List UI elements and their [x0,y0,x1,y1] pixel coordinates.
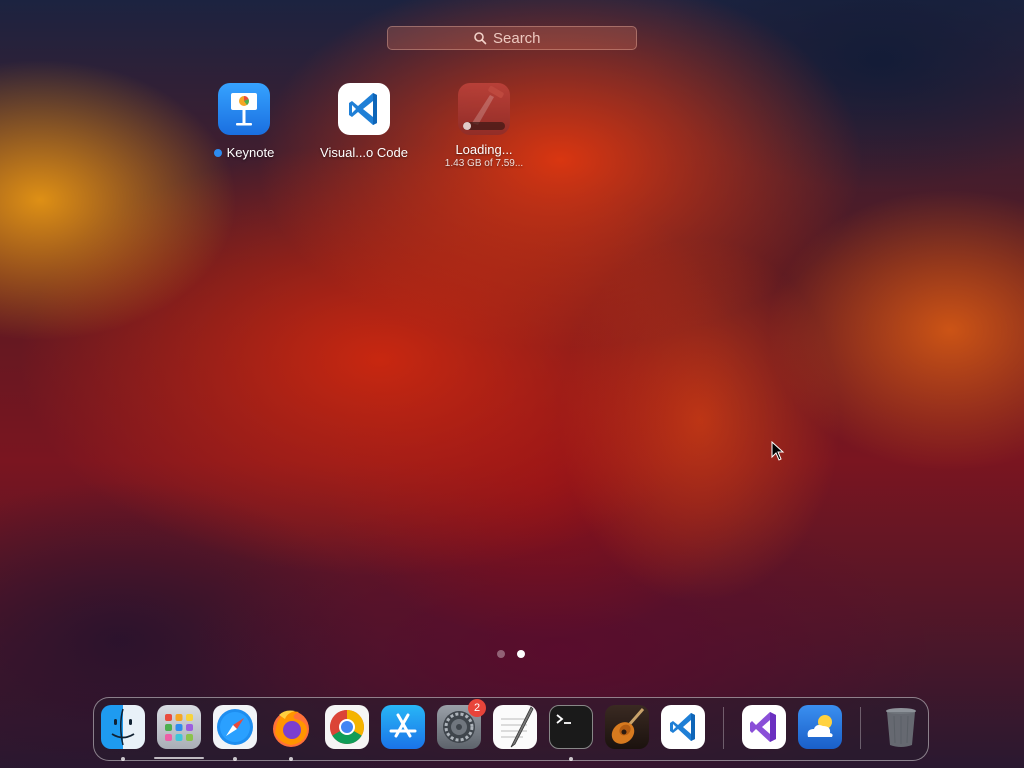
launchpad-icon[interactable] [157,705,201,749]
notification-badge: 2 [468,699,486,717]
app-download-status: 1.43 GB of 7.59... [444,158,524,169]
chrome-icon[interactable] [325,705,369,749]
download-progress-fill [463,122,471,130]
weather-icon[interactable] [798,705,842,749]
safari-icon[interactable] [213,705,257,749]
visual-studio-icon[interactable] [742,705,786,749]
app-label-xcode: Loading... [455,142,513,157]
new-app-indicator [213,149,222,157]
dock-separator [723,707,724,749]
app-keynote[interactable]: Keynote [179,83,309,160]
vscode-icon[interactable] [661,705,705,749]
terminal-icon[interactable] [549,705,593,749]
search-icon [474,32,487,45]
app-xcode-loading[interactable]: Loading... 1.43 GB of 7.59... [419,80,549,169]
gear-icon[interactable]: 2 [437,699,486,749]
guitar-icon[interactable] [605,705,649,749]
search-input[interactable] [493,29,551,47]
vscode-icon [338,83,390,135]
page-dot-1[interactable] [497,650,505,658]
safari-running-indicator [233,757,237,761]
app-label-keynote: Keynote [226,145,275,160]
finder-icon[interactable] [101,705,145,749]
mouse-cursor-icon [771,441,785,461]
app-visual-studio-code[interactable]: Visual...o Code [299,83,429,160]
xcode-icon [458,83,510,135]
app-label-vscode: Visual...o Code [320,145,408,160]
firefox-icon[interactable] [269,705,313,749]
page-dot-2[interactable] [517,650,525,658]
dock-separator [860,707,861,749]
launchpad-search-field[interactable] [387,26,637,50]
textedit-icon[interactable] [493,705,537,749]
page-indicator [497,650,525,658]
firefox-running-indicator [289,757,293,761]
keynote-icon [218,83,270,135]
download-progress-bar [463,122,505,130]
launchpad-active-indicator [154,757,204,759]
terminal-running-indicator [569,757,573,761]
finder-running-indicator [121,757,125,761]
app-store-icon[interactable] [381,705,425,749]
trash-icon[interactable] [879,705,923,749]
